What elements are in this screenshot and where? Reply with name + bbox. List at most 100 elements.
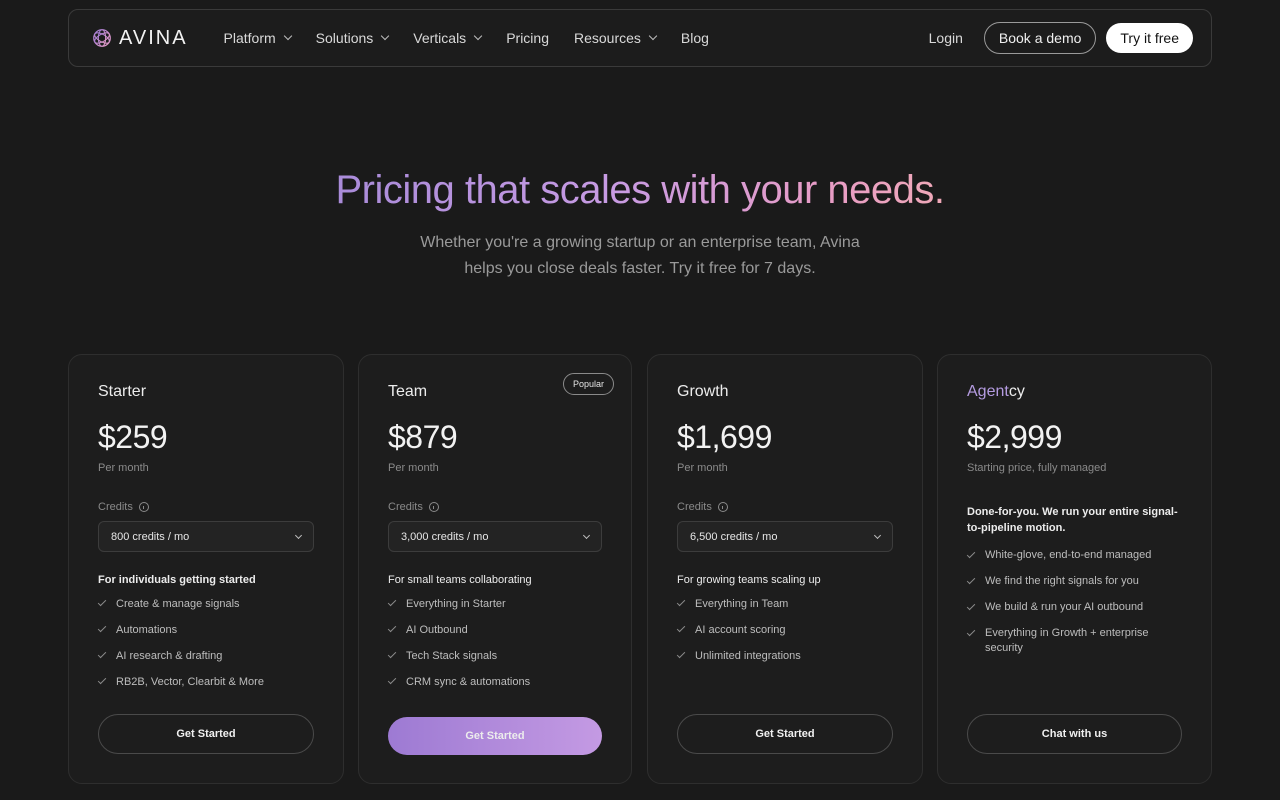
feature-text: Everything in Growth + enterprise securi… [985, 627, 1149, 654]
credits-select[interactable]: 800 credits / mo [98, 521, 314, 552]
nav-item-label: Solutions [315, 30, 374, 46]
top-navigation: AVINA Platform Solutions Verticals Prici… [68, 9, 1212, 67]
plan-name: Agentcy [967, 383, 1182, 401]
feature-text: AI account scoring [695, 624, 786, 636]
feature-item: Unlimited integrations [676, 649, 893, 676]
nav-links: Platform Solutions Verticals Pricing Res… [224, 30, 734, 46]
feature-item: Automations [97, 623, 314, 650]
feature-text: Create & manage signals [116, 598, 240, 610]
plan-card-agency: Agentcy $2,999 Starting price, fully man… [937, 354, 1212, 784]
nav-item-label: Platform [223, 30, 276, 46]
credits-select-value: 6,500 credits / mo [690, 530, 778, 543]
plan-name-highlight: Agent [967, 383, 1009, 400]
try-free-button[interactable]: Try it free [1106, 23, 1193, 53]
feature-text: AI research & drafting [116, 650, 223, 662]
feature-item: Everything in Starter [387, 597, 602, 624]
feature-item: We find the right signals for you [966, 574, 1182, 600]
page-title-text: Pricing that scales with your needs. [335, 168, 945, 212]
plan-price: $2,999 [967, 419, 1062, 455]
nav-item-label: Blog [680, 30, 709, 46]
info-icon[interactable] [428, 502, 439, 512]
credits-label-text: Credits [677, 501, 712, 513]
brand-logo[interactable]: AVINA [91, 27, 188, 50]
get-started-button[interactable]: Get Started [388, 717, 602, 755]
feature-text: We build & run your AI outbound [985, 601, 1144, 613]
feature-item: AI account scoring [676, 623, 893, 650]
check-icon [387, 623, 397, 633]
feature-text: White-glove, end-to-end managed [985, 549, 1152, 561]
check-icon [966, 575, 976, 585]
plan-price: $259 [98, 419, 168, 455]
check-icon [966, 549, 976, 559]
nav-item-pricing[interactable]: Pricing [506, 30, 549, 46]
check-icon [97, 597, 107, 607]
feature-text: Automations [116, 624, 178, 636]
get-started-button[interactable]: Get Started [677, 714, 893, 754]
feature-text: RB2B, Vector, Clearbit & More [116, 676, 264, 688]
info-icon[interactable] [138, 502, 149, 512]
feature-item: Everything in Growth + enterprise securi… [966, 626, 1182, 660]
nav-item-verticals[interactable]: Verticals [413, 30, 483, 46]
plan-period: Per month [677, 462, 728, 474]
check-icon [387, 597, 397, 607]
feature-list: Everything in Starter AI Outbound Tech S… [387, 597, 602, 702]
nav-item-resources[interactable]: Resources [573, 30, 658, 46]
check-icon [676, 597, 686, 607]
plan-card-growth: Growth $1,699 Per month Credits 6,500 cr… [647, 354, 923, 784]
feature-item: Everything in Team [676, 597, 893, 624]
plan-period: Per month [98, 462, 149, 474]
nav-item-label: Verticals [413, 30, 467, 46]
nav-item-solutions[interactable]: Solutions [315, 30, 390, 46]
credits-label: Credits [388, 501, 602, 513]
feature-list: White-glove, end-to-end managed We find … [966, 548, 1182, 660]
check-icon [676, 649, 686, 659]
feature-item: We build & run your AI outbound [966, 600, 1182, 626]
chevron-down-icon [582, 531, 591, 539]
plan-period: Per month [388, 462, 439, 474]
check-icon [387, 675, 397, 685]
get-started-button[interactable]: Get Started [98, 714, 314, 754]
plan-name: Growth [677, 383, 729, 400]
feature-item: Tech Stack signals [387, 649, 602, 676]
plan-price: $1,699 [677, 419, 772, 455]
plan-description: For individuals getting started [98, 574, 256, 586]
feature-item: CRM sync & automations [387, 675, 602, 702]
feature-item: RB2B, Vector, Clearbit & More [97, 675, 314, 702]
credits-label-text: Credits [388, 501, 423, 513]
feature-text: Everything in Team [695, 598, 789, 610]
plan-name-rest: cy [1008, 383, 1025, 400]
feature-item: Create & manage signals [97, 597, 314, 624]
chevron-down-icon [473, 31, 483, 41]
brand-name: AVINA [119, 26, 188, 49]
check-icon [97, 675, 107, 685]
feature-text: We find the right signals for you [985, 575, 1139, 587]
check-icon [966, 627, 976, 637]
credits-label: Credits [98, 501, 314, 513]
plan-description: For growing teams scaling up [677, 574, 821, 586]
nav-item-blog[interactable]: Blog [681, 30, 709, 46]
chat-with-us-button[interactable]: Chat with us [967, 714, 1182, 754]
plan-price: $879 [388, 419, 458, 455]
book-demo-button[interactable]: Book a demo [983, 22, 1097, 54]
plan-name: Starter [98, 383, 147, 400]
feature-list: Everything in Team AI account scoring Un… [676, 597, 893, 676]
feature-text: Unlimited integrations [695, 650, 801, 662]
plan-description: Done-for-you. We run your entire signal-… [967, 506, 1178, 534]
chevron-down-icon [873, 531, 882, 539]
check-icon [97, 649, 107, 659]
feature-list: Create & manage signals Automations AI r… [97, 597, 314, 702]
feature-item: AI Outbound [387, 623, 602, 650]
info-icon[interactable] [717, 502, 728, 512]
credits-select[interactable]: 6,500 credits / mo [677, 521, 893, 552]
page-subtitle: Whether you're a growing startup or an e… [420, 234, 860, 277]
nav-item-platform[interactable]: Platform [223, 30, 292, 46]
page-title: Pricing that scales with your needs. [0, 168, 1280, 213]
credits-select[interactable]: 3,000 credits / mo [388, 521, 602, 552]
credits-select-value: 3,000 credits / mo [401, 530, 489, 543]
feature-text: Tech Stack signals [406, 650, 498, 662]
login-link[interactable]: Login [929, 30, 963, 46]
nav-actions: Login Book a demo Try it free [929, 22, 1193, 54]
nav-item-label: Resources [573, 30, 641, 46]
credits-select-value: 800 credits / mo [111, 530, 190, 543]
plan-period: Starting price, fully managed [967, 462, 1107, 474]
